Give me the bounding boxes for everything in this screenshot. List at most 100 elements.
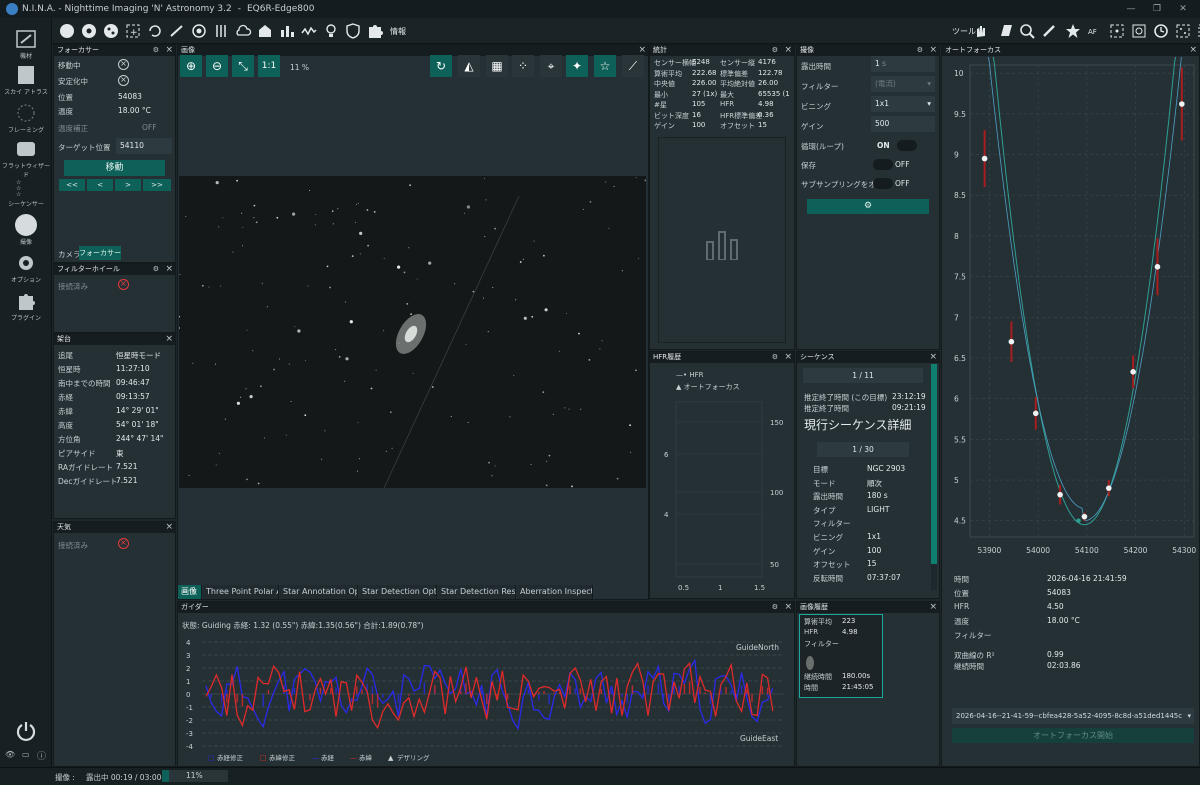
star-outline-icon[interactable]: ☆ [594,55,616,77]
dashed-icon[interactable] [1196,22,1200,40]
filter-select[interactable]: (電流) ▾ [871,76,935,92]
stats-icon[interactable] [278,22,296,40]
gain-input[interactable]: 500 [871,116,935,132]
sidebar-item-equipment[interactable]: 機材 [2,28,50,60]
binning-select[interactable]: 1x1 ▾ [871,96,935,112]
settings-icon[interactable]: ⚙ [772,602,778,613]
fits-icon[interactable]: AF [1086,22,1104,40]
loop-toggle[interactable] [897,140,917,151]
step-forward-large-button[interactable]: >> [143,179,171,191]
close-icon[interactable]: × [165,45,173,55]
capture-button[interactable]: ⚙ [807,199,929,214]
step-back-large-button[interactable]: << [59,179,85,191]
sidebar-item-options[interactable]: オプション [2,252,50,284]
annotate-icon[interactable]: ⟋ [622,55,644,77]
shield-icon[interactable] [344,22,362,40]
close-icon[interactable]: × [784,602,792,612]
book-icon[interactable]: ▭ [22,750,30,759]
telescope-icon[interactable] [168,22,186,40]
focuser-icon[interactable] [102,22,120,40]
step-forward-button[interactable]: > [115,179,141,191]
close-icon[interactable]: × [1189,45,1197,55]
eye-icon[interactable]: 👁 [5,750,15,759]
maximize-icon[interactable]: ❐ [1144,0,1170,18]
close-icon[interactable]: × [638,45,646,55]
lightbulb-icon[interactable] [322,22,340,40]
zoom-out-button[interactable]: ⊖ [206,55,228,77]
fit-button[interactable]: ⤡ [232,55,254,77]
close-icon[interactable]: × [929,352,937,362]
star-icon[interactable] [1064,22,1082,40]
magic-wand-icon[interactable]: ✦ [566,55,588,77]
scrollbar[interactable] [931,364,937,590]
weather-icon[interactable] [234,22,252,40]
tab-polar-align[interactable]: Three Point Polar Ali [203,585,279,599]
flip-icon[interactable]: ◭ [458,55,480,77]
filter-wheel-icon[interactable] [80,22,98,40]
settings-icon[interactable]: ⚙ [772,45,778,56]
sidebar-item-sky-atlas[interactable]: スカイ アトラス [2,64,50,96]
flat-panel-icon[interactable] [997,22,1015,40]
exposure-input[interactable]: 1 s [871,56,935,72]
rotate-image-button[interactable]: ↻ [430,55,452,77]
settings-icon[interactable]: ⚙ [772,352,778,363]
brush-icon[interactable] [1040,22,1058,40]
settings-icon[interactable]: ⚙ [153,45,159,56]
search-icon[interactable] [1018,22,1036,40]
close-icon[interactable]: × [784,352,792,362]
grid-icon[interactable]: ▦ [486,55,508,77]
plugin-icon[interactable] [366,22,384,40]
close-icon[interactable]: × [929,602,937,612]
minimize-icon[interactable]: — [1118,0,1144,18]
move-button[interactable]: 移動 [64,160,165,176]
center-target-icon[interactable] [1108,22,1126,40]
star-detect-icon[interactable] [1174,22,1192,40]
tab-focuser[interactable]: フォーカサー [79,246,121,260]
dome-icon[interactable] [256,22,274,40]
sidebar-item-framing[interactable]: フレーミング [2,102,50,134]
rotate-icon[interactable] [146,22,164,40]
sidebar-item-sequencer[interactable]: ☆ ☆ ☆ シーケンサー [2,176,50,208]
tempcomp-toggle[interactable]: OFF [142,123,157,132]
tab-star-annotation[interactable]: Star Annotation Opt [280,585,358,599]
rotator-icon[interactable]: + [124,22,142,40]
sidebar-item-imaging[interactable]: 撮像 [2,214,50,246]
tab-aberration[interactable]: Aberration Inspecto [517,585,593,599]
settings-icon[interactable]: ⚙ [153,264,159,275]
sidebar-item-plugins[interactable]: プラグイン [2,290,50,322]
close-icon[interactable]: × [929,45,937,55]
crosshair-icon[interactable]: ⌖ [540,55,562,77]
guider-icon[interactable] [190,22,208,40]
settings-icon[interactable]: ⚙ [917,45,923,56]
info-tab-label[interactable]: 情報 [390,26,406,37]
one-to-one-button[interactable]: 1:1 [258,55,280,77]
sidebar-item-flat-wizard[interactable]: フラットウィザード [2,138,50,179]
switch-icon[interactable] [212,22,230,40]
close-icon[interactable]: × [165,334,173,344]
star-map-icon[interactable]: ⁘ [512,55,534,77]
tab-star-detection-results[interactable]: Star Detection Resul [438,585,516,599]
camera-icon[interactable] [58,22,76,40]
close-icon[interactable]: ✕ [1170,0,1196,18]
af-run-select[interactable]: 2026-04-16--21-41-59--cbfea428-5a52-4095… [952,708,1194,724]
target-position-input[interactable]: 54110 [116,138,172,154]
tab-image[interactable]: 画像 [178,585,202,599]
info-icon[interactable]: ⓘ [37,749,46,762]
polar-align-icon[interactable] [1130,22,1148,40]
save-toggle[interactable] [873,159,893,170]
scrollbar-thumb[interactable] [931,364,937,564]
power-icon[interactable] [15,720,37,742]
history-icon[interactable] [1152,22,1170,40]
zoom-in-button[interactable]: ⊕ [180,55,202,77]
tab-camera[interactable]: カメラ [58,249,81,260]
close-icon[interactable]: × [165,522,173,532]
hand-icon[interactable] [972,22,990,40]
guide-graph-icon[interactable] [300,22,318,40]
step-back-button[interactable]: < [87,179,113,191]
start-autofocus-button[interactable]: オートフォーカス開始 [952,728,1194,743]
close-icon[interactable]: × [784,45,792,55]
close-icon[interactable]: × [165,264,173,274]
subsample-toggle[interactable] [873,178,893,189]
tab-star-detection-options[interactable]: Star Detection Optic [359,585,437,599]
history-thumbnail[interactable]: 算術平均 223 HFR 4.98 フィルター 継続時間 180.00s 時間 … [799,614,883,698]
